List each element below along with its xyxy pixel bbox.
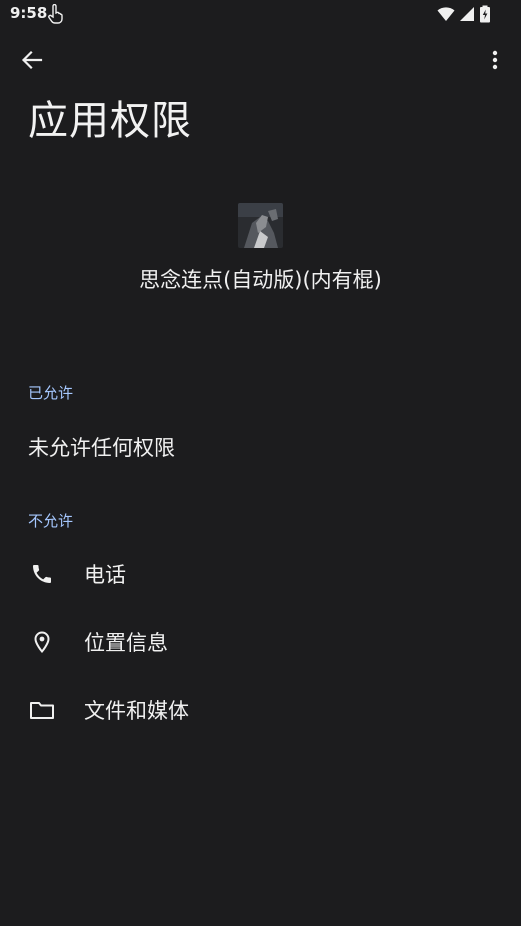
arrow-back-icon [21,50,43,70]
permission-label: 文件和媒体 [84,699,189,723]
permission-item-phone[interactable]: 电话 [0,544,521,604]
more-options-button[interactable] [483,44,507,76]
status-bar: 9:58 [0,0,521,30]
page-title: 应用权限 [28,98,192,144]
folder-icon [28,696,56,724]
status-time: 9:58 [10,4,48,22]
app-permissions-screen: 9:58 应用权限 思念连点(自动版)(内有棍) 已允许 未允许任何权限 不允许… [0,0,521,926]
wifi-icon [437,6,455,26]
location-pin-icon [28,628,56,656]
touch-icon [47,3,63,28]
permission-item-files-media[interactable]: 文件和媒体 [0,680,521,740]
cell-signal-icon [459,6,475,26]
allowed-empty-text: 未允许任何权限 [28,436,175,460]
app-icon [238,203,283,248]
allowed-section-header: 已允许 [28,384,74,402]
back-button[interactable] [14,44,50,76]
permission-label: 位置信息 [84,631,168,655]
phone-icon [28,560,56,588]
app-name: 思念连点(自动版)(内有棍) [139,268,382,292]
more-vertical-icon [492,50,498,70]
permission-label: 电话 [84,563,126,587]
battery-icon [479,5,491,27]
status-icons [437,5,491,27]
denied-section-header: 不允许 [28,512,74,530]
permission-item-location[interactable]: 位置信息 [0,612,521,672]
